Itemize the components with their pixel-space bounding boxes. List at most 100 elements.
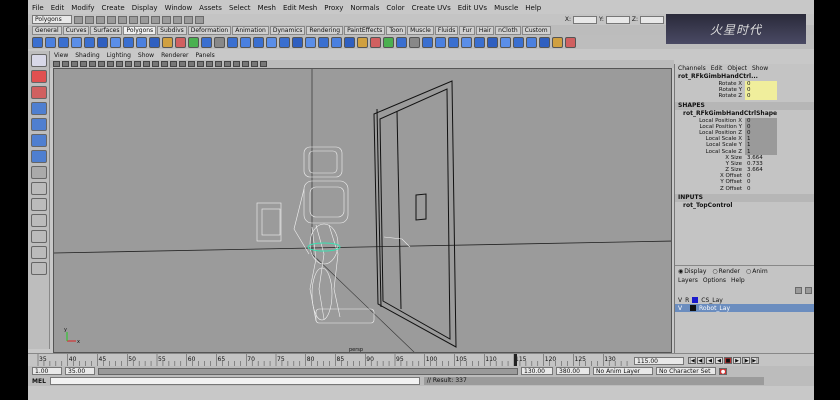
layer-visibility-toggle[interactable]: V bbox=[678, 305, 682, 312]
menu-edit[interactable]: Edit bbox=[51, 4, 65, 12]
single-perspective-layout-icon[interactable] bbox=[30, 182, 47, 195]
menu-create-uvs[interactable]: Create UVs bbox=[412, 4, 451, 12]
x-field[interactable] bbox=[572, 15, 597, 24]
new-layer-selected-icon[interactable] bbox=[805, 287, 812, 294]
shelf-tool-icon[interactable] bbox=[266, 36, 277, 48]
shelf-tool-icon[interactable] bbox=[292, 36, 303, 48]
select-tool-icon[interactable] bbox=[30, 54, 47, 67]
stop-icon[interactable]: ■ bbox=[724, 357, 732, 364]
panel-tool-icon[interactable] bbox=[134, 61, 141, 67]
menu-modify[interactable]: Modify bbox=[71, 4, 94, 12]
menu-window[interactable]: Window bbox=[165, 4, 193, 12]
outliner-layout-icon[interactable] bbox=[30, 214, 47, 227]
shelf-tab-dynamics[interactable]: Dynamics bbox=[269, 25, 306, 35]
attribute-row[interactable]: Z Offset 0 bbox=[675, 186, 814, 192]
shelf-tool-icon[interactable] bbox=[175, 36, 186, 48]
shelf-tab-surfaces[interactable]: Surfaces bbox=[90, 25, 123, 35]
panel-tool-icon[interactable] bbox=[107, 61, 114, 67]
panel-tool-icon[interactable] bbox=[206, 61, 213, 67]
snap-curve-icon[interactable] bbox=[151, 15, 160, 24]
shelf-tab-rendering[interactable]: Rendering bbox=[306, 25, 344, 35]
panel-tool-icon[interactable] bbox=[89, 61, 96, 67]
current-time-field[interactable]: 115.00 bbox=[634, 357, 684, 365]
anim-layer-selector[interactable]: No Anim Layer bbox=[593, 367, 653, 375]
shelf-tool-icon[interactable] bbox=[201, 36, 212, 48]
shelf-tab-deformation[interactable]: Deformation bbox=[187, 25, 232, 35]
shelf-tool-icon[interactable] bbox=[526, 36, 537, 48]
layer-row[interactable]: V R CS_Lay bbox=[675, 296, 814, 304]
shelf-tool-icon[interactable] bbox=[383, 36, 394, 48]
hypershade-layout-icon[interactable] bbox=[30, 246, 47, 259]
attribute-value[interactable]: 0 bbox=[745, 93, 777, 100]
play-forwards-icon[interactable]: ▶ bbox=[733, 357, 741, 364]
panel-tool-icon[interactable] bbox=[224, 61, 231, 67]
panel-menu-view[interactable]: View bbox=[54, 52, 68, 59]
shelf-tab-curves[interactable]: Curves bbox=[62, 25, 90, 35]
animation-start-field[interactable]: 1.00 bbox=[32, 367, 62, 375]
open-scene-icon[interactable] bbox=[85, 15, 94, 24]
shelf-tool-icon[interactable] bbox=[331, 36, 342, 48]
shelf-tab-custom[interactable]: Custom bbox=[521, 25, 551, 35]
channel-menu-channels[interactable]: Channels bbox=[678, 65, 706, 72]
channel-menu-object[interactable]: Object bbox=[727, 65, 747, 72]
shelf-tool-icon[interactable] bbox=[409, 36, 420, 48]
perspective-viewport[interactable]: x y persp bbox=[53, 68, 672, 353]
panel-tool-icon[interactable] bbox=[116, 61, 123, 67]
new-scene-icon[interactable] bbox=[74, 15, 83, 24]
panel-menu-lighting[interactable]: Lighting bbox=[107, 52, 131, 59]
shelf-tab-painteffects[interactable]: PaintEffects bbox=[344, 25, 386, 35]
rotate-tool-icon[interactable] bbox=[30, 118, 47, 131]
shelf-tool-icon[interactable] bbox=[513, 36, 524, 48]
layer-menu-options[interactable]: Options bbox=[703, 277, 726, 285]
shelf-tool-icon[interactable] bbox=[396, 36, 407, 48]
step-forward-icon[interactable]: |▶ bbox=[742, 357, 750, 364]
shelf-tool-icon[interactable] bbox=[110, 36, 121, 48]
shelf-tab-fur[interactable]: Fur bbox=[459, 25, 475, 35]
render-icon[interactable] bbox=[173, 15, 182, 24]
select-component-icon[interactable] bbox=[129, 15, 138, 24]
shelf-tool-icon[interactable] bbox=[461, 36, 472, 48]
shelf-tool-icon[interactable] bbox=[214, 36, 225, 48]
layer-mode-display[interactable]: Display bbox=[678, 268, 706, 275]
step-back-icon[interactable]: ◀| bbox=[697, 357, 705, 364]
panel-tool-icon[interactable] bbox=[161, 61, 168, 67]
lasso-tool-icon[interactable] bbox=[30, 70, 47, 83]
panel-tool-icon[interactable] bbox=[260, 61, 267, 67]
four-view-layout-icon[interactable] bbox=[30, 198, 47, 211]
playback-start-field[interactable]: 35.00 bbox=[65, 367, 95, 375]
shelf-tool-icon[interactable] bbox=[435, 36, 446, 48]
shelf-tool-icon[interactable] bbox=[279, 36, 290, 48]
z-field[interactable] bbox=[640, 15, 664, 24]
snap-grid-icon[interactable] bbox=[140, 15, 149, 24]
save-scene-icon[interactable] bbox=[96, 15, 105, 24]
layer-reference-toggle[interactable]: R bbox=[685, 297, 689, 304]
panel-tool-icon[interactable] bbox=[179, 61, 186, 67]
menu-display[interactable]: Display bbox=[132, 4, 158, 12]
shelf-tool-icon[interactable] bbox=[487, 36, 498, 48]
shape-node-name[interactable]: rot_RFkGimbHandCtrlShape bbox=[675, 110, 814, 118]
menu-set-selector[interactable]: Polygons bbox=[32, 15, 72, 24]
shelf-tab-fluids[interactable]: Fluids bbox=[434, 25, 459, 35]
shelf-tool-icon[interactable] bbox=[123, 36, 134, 48]
channel-menu-edit[interactable]: Edit bbox=[711, 65, 723, 72]
shelf-tab-toon[interactable]: Toon bbox=[386, 25, 407, 35]
step-back-key-icon[interactable]: ◀ bbox=[706, 357, 714, 364]
door-wireframe[interactable] bbox=[373, 80, 457, 348]
layer-reference-toggle[interactable] bbox=[685, 305, 687, 312]
panel-tool-icon[interactable] bbox=[125, 61, 132, 67]
menu-color[interactable]: Color bbox=[386, 4, 404, 12]
menu-edit-mesh[interactable]: Edit Mesh bbox=[283, 4, 317, 12]
shelf-tool-icon[interactable] bbox=[448, 36, 459, 48]
playback-end-field[interactable]: 130.00 bbox=[521, 367, 553, 375]
menu-proxy[interactable]: Proxy bbox=[324, 4, 343, 12]
layer-color-swatch[interactable] bbox=[692, 297, 699, 303]
menu-mesh[interactable]: Mesh bbox=[258, 4, 276, 12]
scale-tool-icon[interactable] bbox=[30, 134, 47, 147]
channel-menu-show[interactable]: Show bbox=[752, 65, 768, 72]
shelf-tab-polygons[interactable]: Polygons bbox=[123, 25, 157, 35]
shelf-tool-icon[interactable] bbox=[500, 36, 511, 48]
shelf-tool-icon[interactable] bbox=[318, 36, 329, 48]
panel-tool-icon[interactable] bbox=[242, 61, 249, 67]
auto-key-icon[interactable]: ● bbox=[719, 367, 727, 375]
shelf-tool-icon[interactable] bbox=[552, 36, 563, 48]
